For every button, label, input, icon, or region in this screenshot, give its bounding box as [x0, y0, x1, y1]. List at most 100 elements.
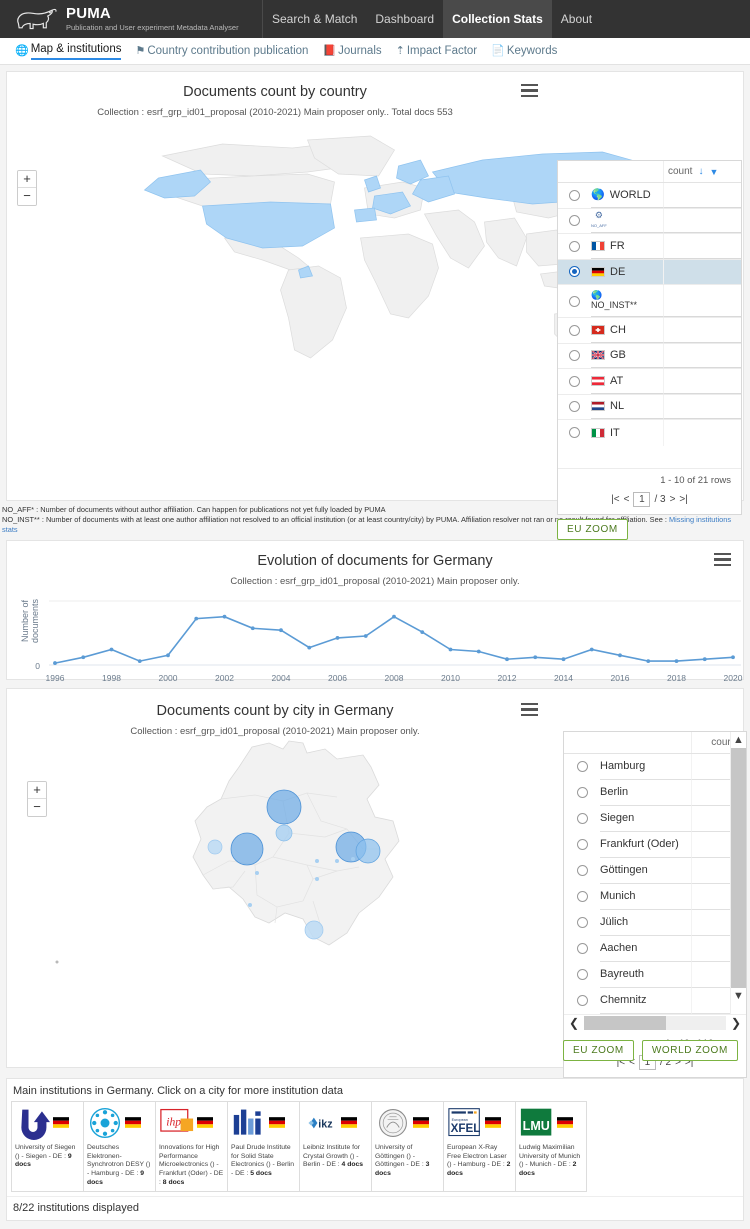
institution-card[interactable]: ihp Innovations for High Performance Mic…	[155, 1101, 227, 1192]
pager-first-button[interactable]: |<	[611, 494, 619, 505]
line-chart-container[interactable]: Number of documents 0 199619982000200220…	[7, 593, 743, 703]
nav-item-collection-stats[interactable]: Collection Stats	[443, 0, 552, 38]
pager-last-button[interactable]: >|	[679, 494, 687, 505]
data-point[interactable]	[505, 657, 509, 661]
radio-button[interactable]	[569, 325, 580, 336]
data-point[interactable]	[392, 615, 396, 619]
tab-impact-factor[interactable]: ⇡ Impact Factor	[389, 38, 485, 65]
filter-icon[interactable]: ▼	[709, 167, 718, 177]
radio-button[interactable]	[577, 787, 588, 798]
data-point[interactable]	[194, 617, 198, 621]
hamburger-menu-icon[interactable]	[521, 703, 538, 716]
list-item[interactable]: Siegen	[564, 806, 746, 832]
data-point[interactable]	[449, 648, 453, 652]
row-radio-cell[interactable]	[564, 943, 600, 954]
table-row[interactable]: CH	[558, 318, 741, 344]
row-radio-cell[interactable]	[558, 241, 591, 252]
list-item[interactable]: Bayreuth	[564, 962, 746, 988]
nav-item-about[interactable]: About	[552, 0, 601, 38]
list-item[interactable]: Hamburg	[564, 754, 746, 780]
hamburger-menu-icon[interactable]	[521, 84, 538, 97]
tab-journals[interactable]: 📕 Journals	[315, 38, 388, 65]
table-row[interactable]: FR	[558, 234, 741, 260]
chevron-up-icon[interactable]: ▲	[731, 732, 746, 748]
list-item[interactable]: Frankfurt (Oder)	[564, 832, 746, 858]
table-row[interactable]: 🌎 WORLD	[558, 183, 741, 209]
table-row[interactable]: IT	[558, 420, 741, 446]
row-radio-cell[interactable]	[558, 401, 591, 412]
data-point[interactable]	[646, 659, 650, 663]
data-point[interactable]	[251, 626, 255, 630]
radio-button[interactable]	[569, 427, 580, 438]
institution-card[interactable]: University of Göttingen () - Göttingen -…	[371, 1101, 443, 1192]
scroll-thumb[interactable]	[731, 748, 746, 988]
sort-desc-icon[interactable]: ↓	[698, 166, 703, 177]
row-radio-cell[interactable]	[564, 969, 600, 980]
row-radio-cell[interactable]	[564, 787, 600, 798]
row-radio-cell[interactable]	[558, 325, 591, 336]
pager-page-input[interactable]: 1	[633, 492, 650, 507]
institution-card[interactable]: ikz Leibniz Institute for Crystal Growth…	[299, 1101, 371, 1192]
list-item[interactable]: Jülich	[564, 910, 746, 936]
radio-button[interactable]	[569, 241, 580, 252]
data-point[interactable]	[307, 646, 311, 650]
institution-card[interactable]: European XFEL European X-Ray Free Electr…	[443, 1101, 515, 1192]
hamburger-menu-icon[interactable]	[714, 553, 731, 566]
list-item[interactable]: Berlin	[564, 780, 746, 806]
data-point[interactable]	[590, 648, 594, 652]
row-radio-cell[interactable]	[558, 376, 591, 387]
scroll-track[interactable]	[584, 1016, 726, 1030]
radio-button[interactable]	[577, 839, 588, 850]
horizontal-scrollbar[interactable]: ❮ ❯	[564, 1014, 746, 1032]
zoom-in-button[interactable]: +	[28, 782, 46, 799]
radio-button[interactable]	[569, 296, 580, 307]
eu-zoom-button[interactable]: EU ZOOM	[563, 1040, 634, 1061]
tab-keywords[interactable]: 📄 Keywords	[484, 38, 564, 65]
chevron-down-icon[interactable]: ▼	[731, 988, 746, 1004]
row-radio-cell[interactable]	[564, 839, 600, 850]
data-point[interactable]	[110, 648, 114, 652]
data-point[interactable]	[703, 657, 707, 661]
table-row[interactable]: NL	[558, 395, 741, 421]
radio-button[interactable]	[569, 190, 580, 201]
zoom-in-button[interactable]: +	[18, 171, 36, 188]
radio-button[interactable]	[569, 350, 580, 361]
row-radio-cell[interactable]	[564, 917, 600, 928]
radio-button[interactable]	[569, 401, 580, 412]
tab-map-institutions[interactable]: 🌐 Map & institutions	[8, 38, 128, 65]
data-point[interactable]	[618, 653, 622, 657]
world-zoom-button[interactable]: WORLD ZOOM	[642, 1040, 738, 1061]
nav-item-search-match[interactable]: Search & Match	[263, 0, 366, 38]
list-item[interactable]: Aachen	[564, 936, 746, 962]
vertical-scrollbar[interactable]: ▲ ▼	[730, 732, 746, 1014]
evolution-line-chart[interactable]: 0 19961998200020022004200620082010201220…	[7, 593, 745, 693]
nav-item-dashboard[interactable]: Dashboard	[366, 0, 443, 38]
pager-next-button[interactable]: >	[670, 494, 676, 505]
data-point[interactable]	[562, 657, 566, 661]
radio-button[interactable]	[577, 995, 588, 1006]
institution-card[interactable]: University of Siegen () - Siegen - DE : …	[11, 1101, 83, 1192]
row-radio-cell[interactable]	[564, 865, 600, 876]
eu-zoom-button[interactable]: EU ZOOM	[557, 519, 628, 540]
radio-button[interactable]	[569, 215, 580, 226]
list-item[interactable]: Munich	[564, 884, 746, 910]
radio-button[interactable]	[577, 943, 588, 954]
data-point[interactable]	[477, 650, 481, 654]
tab-country-contribution[interactable]: ⚑ Country contribution publication	[128, 38, 315, 65]
data-point[interactable]	[336, 636, 340, 640]
row-radio-cell[interactable]	[558, 350, 591, 361]
institution-card[interactable]: LMU Ludwig Maximilian University of Muni…	[515, 1101, 587, 1192]
zoom-out-button[interactable]: −	[28, 799, 46, 816]
pager-prev-button[interactable]: <	[624, 494, 630, 505]
chevron-left-icon[interactable]: ❮	[564, 1016, 584, 1030]
institution-card[interactable]: Deutsches Elektronen-Synchrotron DESY ()…	[83, 1101, 155, 1192]
zoom-out-button[interactable]: −	[18, 188, 36, 205]
data-point[interactable]	[223, 615, 227, 619]
chevron-right-icon[interactable]: ❯	[726, 1016, 746, 1030]
radio-button[interactable]	[577, 891, 588, 902]
table-row[interactable]: ⚙NO_AFF	[558, 209, 741, 235]
data-point[interactable]	[279, 628, 283, 632]
table-row[interactable]: 🌎 NO_INST**	[558, 285, 741, 318]
row-radio-cell[interactable]	[558, 427, 591, 438]
data-point[interactable]	[138, 659, 142, 663]
